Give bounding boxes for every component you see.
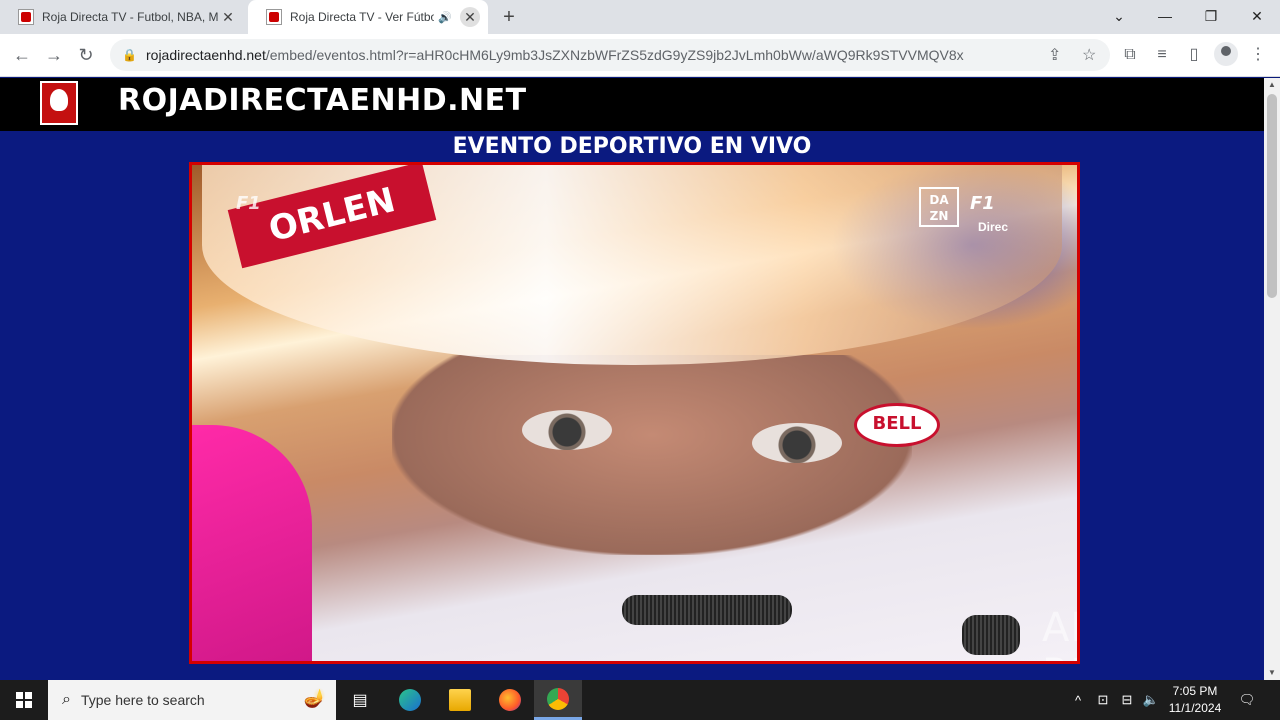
site-header: ROJADIRECTAENHD.NET xyxy=(0,78,1264,131)
scroll-down-arrow-icon[interactable]: ▼ xyxy=(1264,666,1280,680)
site-favicon-icon xyxy=(266,9,282,25)
minimize-button[interactable]: — xyxy=(1142,0,1188,32)
edge-icon[interactable] xyxy=(386,680,434,720)
search-highlight-icon[interactable]: 🪔 xyxy=(304,688,326,709)
url-host: rojadirectaenhd.net xyxy=(146,47,266,63)
reload-button[interactable]: ↻ xyxy=(74,43,98,67)
bell-helmet-logo: BELL xyxy=(854,403,940,447)
audio-playing-icon[interactable]: 🔊 xyxy=(438,11,452,24)
search-placeholder: Type here to search xyxy=(80,692,205,708)
new-tab-button[interactable]: + xyxy=(498,6,520,28)
video-player[interactable]: ORLEN BELL F1 DA ZN F1 Direc ANY RUN xyxy=(189,162,1080,664)
menu-kebab-icon[interactable]: ⋮ xyxy=(1247,44,1269,66)
driver-left-eye xyxy=(522,410,612,450)
driver-right-eye xyxy=(752,423,842,463)
task-view-icon[interactable]: ▤ xyxy=(336,680,384,720)
browser-toolbar: ← → ↻ 🔒 rojadirectaenhd.net/embed/evento… xyxy=(0,34,1280,77)
event-title: EVENTO DEPORTIVO EN VIVO xyxy=(452,134,812,159)
file-explorer-icon[interactable] xyxy=(436,680,484,720)
tab-title: Roja Directa TV - Futbol, NBA, M xyxy=(42,10,218,24)
tab-rojadirecta-ver-futbol[interactable]: Roja Directa TV - Ver Fútbol 🔊 ✕ xyxy=(248,0,488,34)
page-scrollbar[interactable]: ▲ ▼ xyxy=(1264,78,1280,680)
video-frame[interactable]: ORLEN BELL F1 DA ZN F1 Direc ANY RUN xyxy=(192,165,1077,661)
windows-logo-icon xyxy=(16,692,32,708)
tab-strip: Roja Directa TV - Futbol, NBA, M ✕ Roja … xyxy=(0,0,1280,34)
tab-search-dropdown-icon[interactable]: ⌄ xyxy=(1096,0,1142,32)
anyrun-watermark: ANY RUN xyxy=(1042,605,1077,661)
notifications-icon[interactable]: 🗨 xyxy=(1236,680,1258,720)
profile-avatar-icon[interactable] xyxy=(1214,42,1238,66)
back-button[interactable]: ← xyxy=(10,43,34,67)
tab-close-icon[interactable]: ✕ xyxy=(460,7,480,27)
taskbar-search-box[interactable]: ⌕ Type here to search 🪔 xyxy=(48,680,336,720)
web-page: ROJADIRECTAENHD.NET EVENTO DEPORTIVO EN … xyxy=(0,78,1264,680)
tab-rojadirecta-futbol[interactable]: Roja Directa TV - Futbol, NBA, M ✕ xyxy=(0,0,246,34)
clock-time: 7:05 PM xyxy=(1172,684,1218,698)
helmet-vent xyxy=(622,595,792,625)
scrollbar-thumb[interactable] xyxy=(1267,94,1277,298)
meet-now-icon[interactable]: ⊡ xyxy=(1092,680,1114,720)
f1-logo-icon: F1 xyxy=(970,193,995,214)
firefox-icon[interactable] xyxy=(486,680,534,720)
clock-date: 11/1/2024 xyxy=(1168,701,1222,715)
share-icon[interactable]: ⇪ xyxy=(1048,45,1061,65)
bookmark-star-icon[interactable]: ☆ xyxy=(1082,45,1096,65)
helmet-pink-panel xyxy=(192,425,312,661)
taskbar-clock[interactable]: 7:05 PM 11/1/2024 xyxy=(1160,683,1230,717)
network-icon[interactable]: ⊟ xyxy=(1116,680,1138,720)
search-icon: ⌕ xyxy=(62,691,71,708)
restore-button[interactable]: ❐ xyxy=(1188,0,1234,32)
dazn-logo: DA ZN xyxy=(919,187,959,227)
volume-icon[interactable]: 🔈 xyxy=(1140,680,1162,720)
lock-icon[interactable]: 🔒 xyxy=(122,48,137,62)
site-favicon-icon xyxy=(18,9,34,25)
media-control-icon[interactable]: ≡ xyxy=(1151,44,1173,66)
live-label: Direc xyxy=(978,220,1009,234)
url-path: /embed/eventos.html?r=aHR0cHM6Ly9mb3JsZX… xyxy=(265,47,964,63)
forward-button[interactable]: → xyxy=(42,43,66,67)
tray-chevron-icon[interactable]: ^ xyxy=(1068,680,1088,720)
tab-title: Roja Directa TV - Ver Fútbol xyxy=(290,10,435,24)
site-name[interactable]: ROJADIRECTAENHD.NET xyxy=(118,83,527,118)
windows-taskbar: ⌕ Type here to search 🪔 ▤ ^ ⊡ ⊟ 🔈 7:05 P… xyxy=(0,680,1280,720)
side-panel-icon[interactable]: ▯ xyxy=(1183,44,1205,66)
f1-logo-icon: F1 xyxy=(236,193,261,214)
close-window-button[interactable]: ✕ xyxy=(1234,0,1280,32)
helmet-vent xyxy=(962,615,1020,655)
extensions-puzzle-icon[interactable]: ⧉ xyxy=(1119,44,1141,66)
scroll-up-arrow-icon[interactable]: ▲ xyxy=(1264,78,1280,92)
site-logo[interactable] xyxy=(40,81,78,125)
driver-face xyxy=(392,355,912,555)
tab-close-icon[interactable]: ✕ xyxy=(218,7,238,27)
address-bar[interactable]: 🔒 rojadirectaenhd.net/embed/eventos.html… xyxy=(110,39,1110,71)
start-button[interactable] xyxy=(0,680,48,720)
chrome-icon[interactable] xyxy=(534,680,582,720)
